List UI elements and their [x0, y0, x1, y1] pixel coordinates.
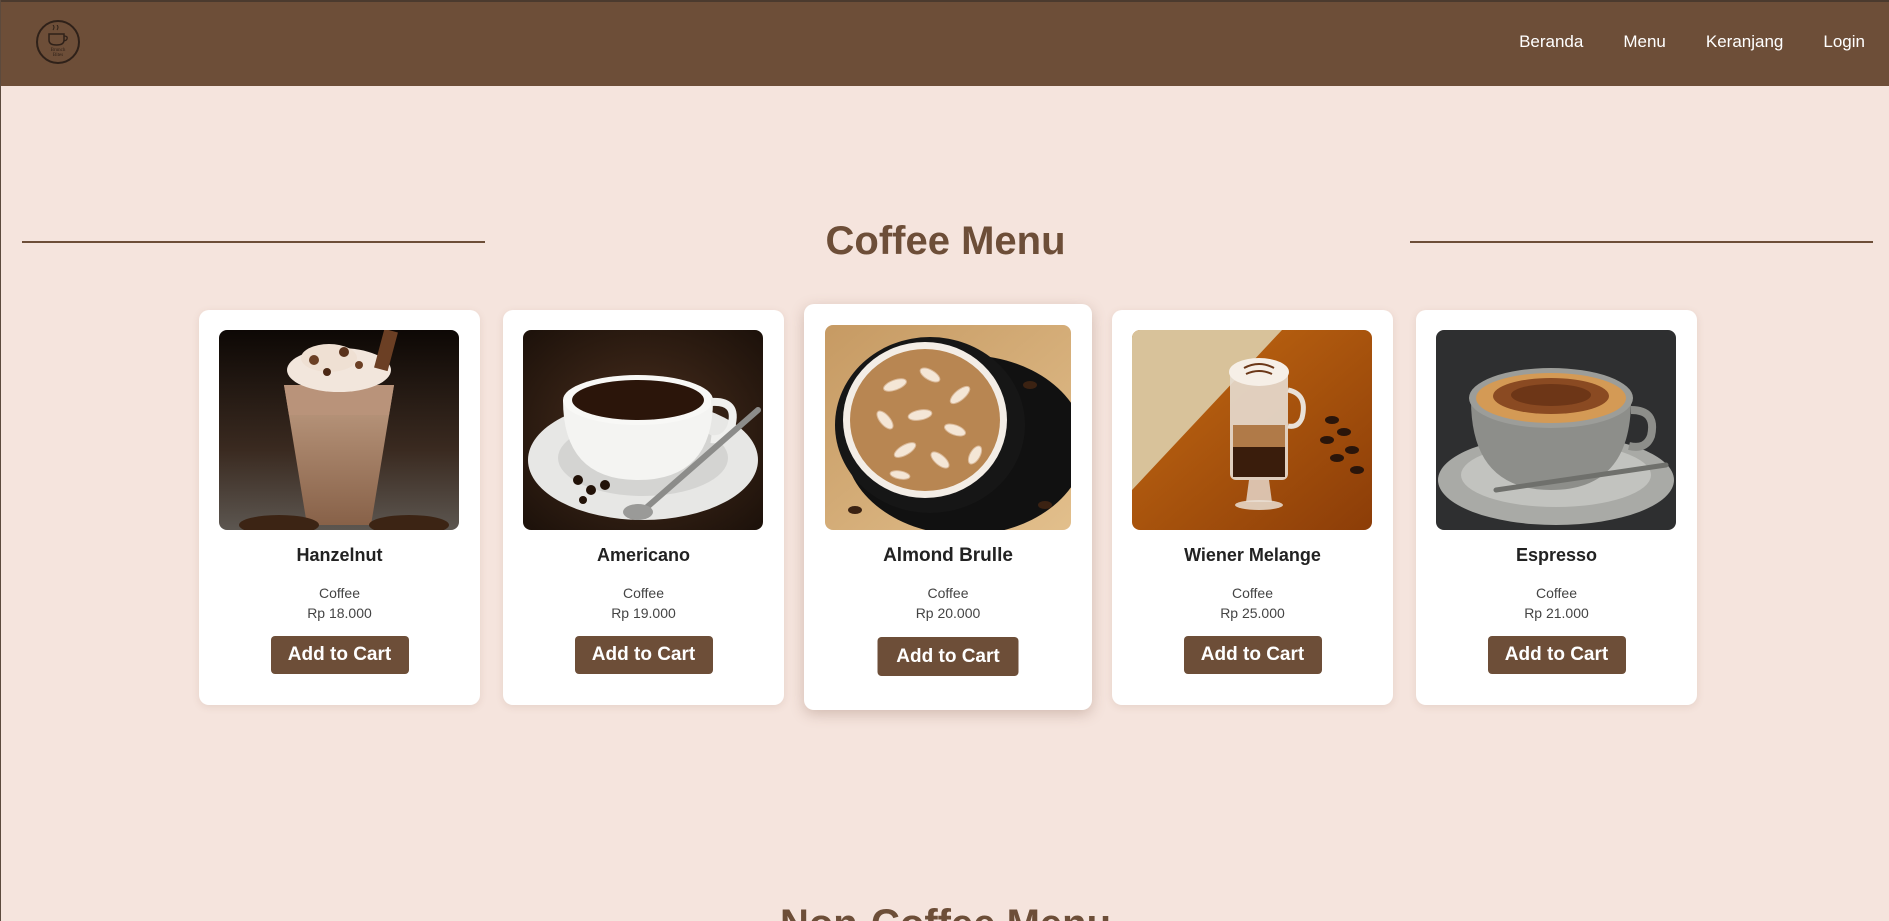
add-to-cart-button[interactable]: Add to Cart [877, 637, 1019, 676]
coffee-cup-logo-icon[interactable]: Brunch Bites [36, 20, 80, 64]
product-category: Coffee [1536, 585, 1577, 601]
product-price: Rp 18.000 [307, 605, 372, 621]
nav-links: Beranda Menu Keranjang Login [1479, 32, 1865, 52]
add-to-cart-button[interactable]: Add to Cart [1183, 636, 1322, 674]
title-divider-right [1410, 241, 1873, 243]
product-category: Coffee [1232, 585, 1273, 601]
product-card: Espresso Coffee Rp 21.000 Add to Cart [1416, 310, 1697, 705]
product-category: Coffee [623, 585, 664, 601]
product-name: Americano [596, 545, 691, 565]
product-category: Coffee [319, 585, 360, 601]
coffee-menu-header: Coffee Menu [1, 215, 1889, 275]
product-name: Almond Brulle [883, 545, 1013, 566]
page: Brunch Bites Beranda Menu Keranjang Logi… [0, 0, 1889, 921]
product-name: Wiener Melange [1184, 545, 1321, 565]
svg-text:Bites: Bites [53, 53, 63, 58]
nav-link-menu[interactable]: Menu [1623, 32, 1666, 52]
navbar: Brunch Bites Beranda Menu Keranjang Logi… [1, 0, 1889, 86]
nav-link-login[interactable]: Login [1823, 32, 1865, 52]
product-price: Rp 25.000 [1220, 605, 1285, 621]
almond-topped-coffee-image [825, 325, 1071, 530]
product-card: Wiener Melange Coffee Rp 25.000 Add to C… [1112, 310, 1393, 705]
product-price: Rp 20.000 [915, 605, 981, 621]
product-category: Coffee [927, 585, 969, 601]
black-coffee-cup-image [523, 330, 763, 530]
iced-hazelnut-frappe-image [219, 330, 459, 530]
nav-link-keranjang[interactable]: Keranjang [1706, 32, 1784, 52]
product-price: Rp 19.000 [611, 605, 676, 621]
non-coffee-section-title: Non-Coffee Menu [1, 902, 1889, 921]
cappuccino-cup-image [1436, 330, 1676, 530]
product-card: Americano Coffee Rp 19.000 Add to Cart [503, 310, 784, 705]
nav-link-beranda[interactable]: Beranda [1519, 32, 1583, 52]
add-to-cart-button[interactable]: Add to Cart [1487, 636, 1626, 674]
product-name: Espresso [1515, 545, 1598, 565]
layered-latte-glass-image [1132, 330, 1372, 530]
product-name: Hanzelnut [296, 545, 383, 565]
add-to-cart-button[interactable]: Add to Cart [574, 636, 713, 674]
product-price: Rp 21.000 [1524, 605, 1589, 621]
add-to-cart-button[interactable]: Add to Cart [270, 636, 409, 674]
product-card-featured: Almond Brulle Coffee Rp 20.000 Add to Ca… [804, 304, 1092, 710]
product-card: Hanzelnut Coffee Rp 18.000 Add to Cart [199, 310, 480, 705]
